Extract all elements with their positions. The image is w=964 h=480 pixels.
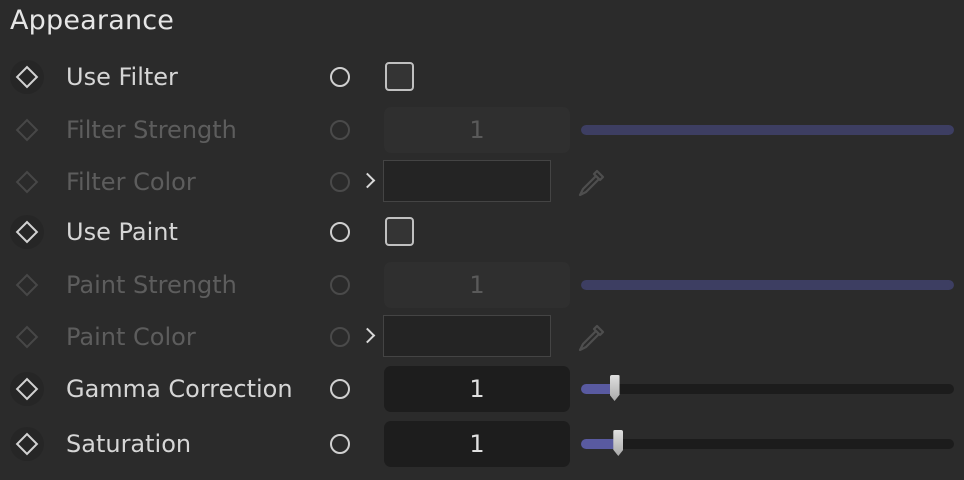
animate-circle-icon xyxy=(330,275,350,295)
animate-circle-icon[interactable] xyxy=(330,222,350,242)
filter-strength-slider xyxy=(581,125,954,135)
row-filter-color: Filter Color xyxy=(0,156,964,208)
animate-circle-icon[interactable] xyxy=(330,67,350,87)
slider-fill xyxy=(581,439,619,449)
row-paint-color: Paint Color xyxy=(0,311,964,363)
row-label: Filter Color xyxy=(66,168,196,196)
row-label: Paint Strength xyxy=(66,271,237,299)
paint-strength-value: 1 xyxy=(384,262,570,308)
row-use-paint: Use Paint xyxy=(0,206,964,258)
use-filter-checkbox[interactable] xyxy=(385,62,414,91)
paint-color-swatch xyxy=(383,315,551,357)
row-paint-strength: Paint Strength 1 xyxy=(0,259,964,311)
row-label: Use Paint xyxy=(66,218,178,246)
animate-circle-icon xyxy=(330,327,350,347)
slider-fill xyxy=(581,125,954,135)
saturation-value[interactable]: 1 xyxy=(384,421,570,467)
row-label: Filter Strength xyxy=(66,116,237,144)
row-label: Use Filter xyxy=(66,63,178,91)
chevron-right-icon[interactable] xyxy=(359,172,376,189)
eyedropper-icon xyxy=(578,324,605,352)
keyframe-diamond-icon[interactable] xyxy=(10,60,44,94)
keyframe-diamond-icon[interactable] xyxy=(10,427,44,461)
chevron-right-icon[interactable] xyxy=(359,327,376,344)
row-gamma-correction: Gamma Correction 1 xyxy=(0,363,964,415)
animate-circle-icon xyxy=(330,120,350,140)
row-label: Paint Color xyxy=(66,323,196,351)
keyframe-diamond-icon xyxy=(10,113,44,147)
keyframe-diamond-icon[interactable] xyxy=(10,215,44,249)
animate-circle-icon[interactable] xyxy=(330,434,350,454)
keyframe-diamond-icon xyxy=(10,268,44,302)
gamma-correction-slider[interactable] xyxy=(581,375,954,401)
eyedropper-icon xyxy=(578,169,605,197)
row-label: Saturation xyxy=(66,430,192,458)
keyframe-diamond-icon xyxy=(10,320,44,354)
animate-circle-icon[interactable] xyxy=(330,379,350,399)
animate-circle-icon xyxy=(330,172,350,192)
saturation-slider[interactable] xyxy=(581,430,954,456)
panel-title: Appearance xyxy=(10,5,175,36)
slider-thumb[interactable] xyxy=(613,430,624,456)
slider-fill xyxy=(581,384,615,394)
keyframe-diamond-icon xyxy=(10,165,44,199)
row-use-filter: Use Filter xyxy=(0,51,964,103)
filter-color-swatch xyxy=(383,160,551,202)
filter-strength-value: 1 xyxy=(384,107,570,153)
row-saturation: Saturation 1 xyxy=(0,418,964,470)
keyframe-diamond-icon[interactable] xyxy=(10,372,44,406)
use-paint-checkbox[interactable] xyxy=(385,217,414,246)
gamma-correction-value[interactable]: 1 xyxy=(384,366,570,412)
paint-strength-slider xyxy=(581,280,954,290)
row-label: Gamma Correction xyxy=(66,375,293,403)
slider-fill xyxy=(581,280,954,290)
row-filter-strength: Filter Strength 1 xyxy=(0,104,964,156)
slider-thumb[interactable] xyxy=(609,375,620,401)
